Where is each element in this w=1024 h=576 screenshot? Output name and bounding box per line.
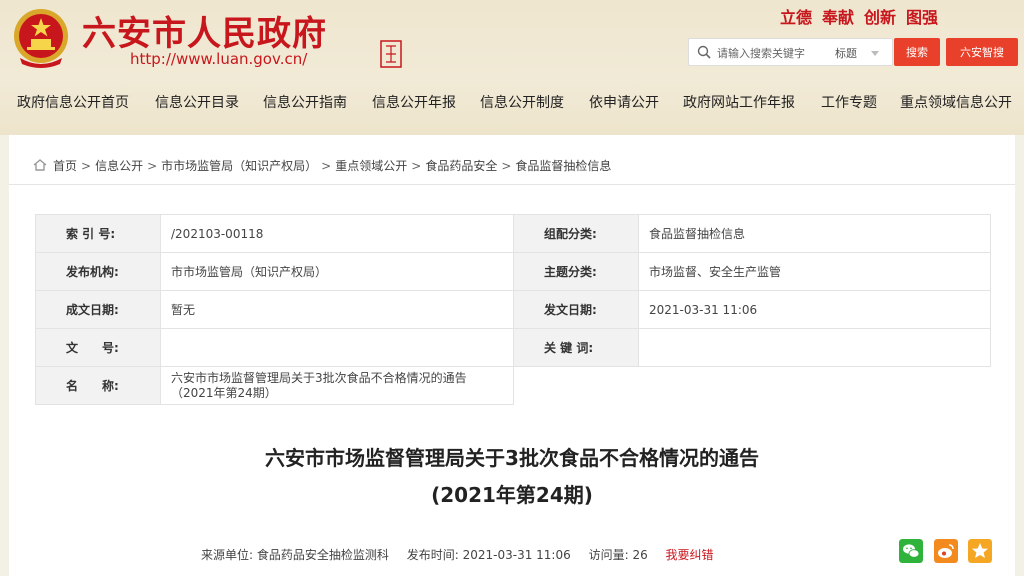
source-label: 来源单位: bbox=[201, 548, 254, 562]
metadata-table: 索 引 号: /202103-00118 组配分类: 食品监督抽检信息 发布机构… bbox=[35, 214, 991, 405]
site-url[interactable]: http://www.luan.gov.cn/ bbox=[130, 50, 307, 68]
breadcrumb-item[interactable]: 食品监督抽检信息 bbox=[515, 159, 611, 173]
keywords-value bbox=[638, 328, 991, 367]
search-button[interactable]: 搜索 bbox=[894, 38, 940, 66]
search-box: 标题 bbox=[688, 38, 893, 66]
written-date-value: 暂无 bbox=[160, 290, 514, 329]
breadcrumb: 首页 > 信息公开 > 市市场监管局（知识产权局） > 重点领域公开 > 食品药品安全 > 食品监督… bbox=[33, 157, 611, 174]
doc-name-line: 六安市市场监督管理局关于3批次食品不合格情况的通告 bbox=[171, 370, 467, 385]
views-value: 26 bbox=[632, 548, 648, 562]
nav-item[interactable]: 重点领域信息公开 bbox=[900, 92, 1012, 112]
chevron-down-icon[interactable] bbox=[871, 51, 879, 56]
breadcrumb-separator: > bbox=[321, 159, 332, 173]
written-date-label: 成文日期: bbox=[35, 290, 161, 329]
divider bbox=[9, 184, 1015, 185]
breadcrumb-separator: > bbox=[411, 159, 422, 173]
table-row: 发布机构: 市市场监管局（知识产权局） 主题分类: 市场监督、安全生产监管 bbox=[35, 252, 991, 291]
empty-cell bbox=[513, 366, 991, 405]
nav-item[interactable]: 信息公开目录 bbox=[155, 92, 239, 112]
national-emblem-icon bbox=[14, 9, 68, 68]
favorite-star-icon[interactable] bbox=[968, 539, 992, 563]
breadcrumb-separator: > bbox=[81, 159, 92, 173]
home-icon bbox=[33, 159, 47, 171]
doc-name-value: 六安市市场监督管理局关于3批次食品不合格情况的通告 （2021年第24期） bbox=[160, 366, 514, 405]
content-panel: 首页 > 信息公开 > 市市场监管局（知识产权局） > 重点领域公开 > 食品药品安全 > 食品监督… bbox=[9, 135, 1015, 576]
nav-item[interactable]: 工作专题 bbox=[821, 92, 877, 112]
seal-logo bbox=[380, 40, 402, 68]
smart-search-button[interactable]: 六安智搜 bbox=[946, 38, 1018, 66]
breadcrumb-separator: > bbox=[501, 159, 512, 173]
keywords-label: 关 键 词: bbox=[513, 328, 639, 367]
search-scope-select[interactable]: 标题 bbox=[835, 45, 857, 61]
table-row: 成文日期: 暂无 发文日期: 2021-03-31 11:06 bbox=[35, 290, 991, 329]
slogan-word: 创新 bbox=[863, 8, 896, 27]
site-name[interactable]: 六安市人民政府 bbox=[82, 6, 327, 55]
report-error-link[interactable]: 我要纠错 bbox=[666, 548, 714, 562]
breadcrumb-item[interactable]: 市市场监管局（知识产权局） bbox=[161, 159, 317, 173]
source-value: 食品药品安全抽检监测科 bbox=[256, 548, 389, 562]
issuer-label: 发布机构: bbox=[35, 252, 161, 291]
doc-name-line: （2021年第24期） bbox=[171, 385, 277, 400]
breadcrumb-separator: > bbox=[147, 159, 158, 173]
slogan-word: 奉献 bbox=[821, 8, 854, 27]
index-label: 索 引 号: bbox=[35, 214, 161, 253]
main-nav: 政府信息公开首页 信息公开目录 信息公开指南 信息公开年报 信息公开制度 依申请… bbox=[0, 92, 1024, 116]
topic-label: 主题分类: bbox=[513, 252, 639, 291]
nav-item[interactable]: 信息公开指南 bbox=[263, 92, 347, 112]
weibo-icon[interactable] bbox=[934, 539, 958, 563]
search-input[interactable] bbox=[717, 43, 827, 63]
nav-item[interactable]: 依申请公开 bbox=[589, 92, 659, 112]
breadcrumb-item[interactable]: 食品药品安全 bbox=[425, 159, 497, 173]
breadcrumb-item[interactable]: 首页 bbox=[53, 159, 77, 173]
article-title: 六安市市场监督管理局关于3批次食品不合格情况的通告 (2021年第24期) bbox=[9, 440, 1015, 514]
slogan-word: 图强 bbox=[905, 8, 938, 27]
doc-name-label: 名 称: bbox=[35, 366, 161, 405]
publish-time-value: 2021-03-31 11:06 bbox=[462, 548, 571, 562]
article-title-line: (2021年第24期) bbox=[431, 483, 593, 507]
article-title-line: 六安市市场监督管理局关于3批次食品不合格情况的通告 bbox=[265, 446, 759, 470]
slogan: 立德 奉献 创新 图强 bbox=[770, 4, 938, 28]
nav-item[interactable]: 政府信息公开首页 bbox=[17, 92, 129, 112]
nav-item[interactable]: 信息公开制度 bbox=[480, 92, 564, 112]
published-date-value: 2021-03-31 11:06 bbox=[638, 290, 991, 329]
doc-number-value bbox=[160, 328, 514, 367]
published-date-label: 发文日期: bbox=[513, 290, 639, 329]
table-row: 文 号: 关 键 词: bbox=[35, 328, 991, 367]
wechat-icon[interactable] bbox=[899, 539, 923, 563]
views-label: 访问量: bbox=[588, 548, 629, 562]
index-value: /202103-00118 bbox=[160, 214, 514, 253]
site-header: 六安市人民政府 http://www.luan.gov.cn/ 立德 奉献 创新 图强… bbox=[0, 0, 1024, 135]
breadcrumb-item[interactable]: 重点领域公开 bbox=[335, 159, 407, 173]
doc-number-label: 文 号: bbox=[35, 328, 161, 367]
article-info: 来源单位: 食品药品安全抽检监测科 发布时间: 2021-03-31 11:06… bbox=[201, 546, 714, 563]
table-row: 索 引 号: /202103-00118 组配分类: 食品监督抽检信息 bbox=[35, 214, 991, 253]
breadcrumb-item[interactable]: 信息公开 bbox=[95, 159, 143, 173]
nav-item[interactable]: 政府网站工作年报 bbox=[683, 92, 795, 112]
nav-item[interactable]: 信息公开年报 bbox=[372, 92, 456, 112]
publish-time-label: 发布时间: bbox=[406, 548, 459, 562]
category-label: 组配分类: bbox=[513, 214, 639, 253]
search-icon bbox=[697, 45, 711, 59]
table-row: 名 称: 六安市市场监督管理局关于3批次食品不合格情况的通告 （2021年第24… bbox=[35, 366, 991, 405]
category-value: 食品监督抽检信息 bbox=[638, 214, 991, 253]
slogan-word: 立德 bbox=[779, 8, 812, 27]
topic-value: 市场监督、安全生产监管 bbox=[638, 252, 991, 291]
issuer-value: 市市场监管局（知识产权局） bbox=[160, 252, 514, 291]
